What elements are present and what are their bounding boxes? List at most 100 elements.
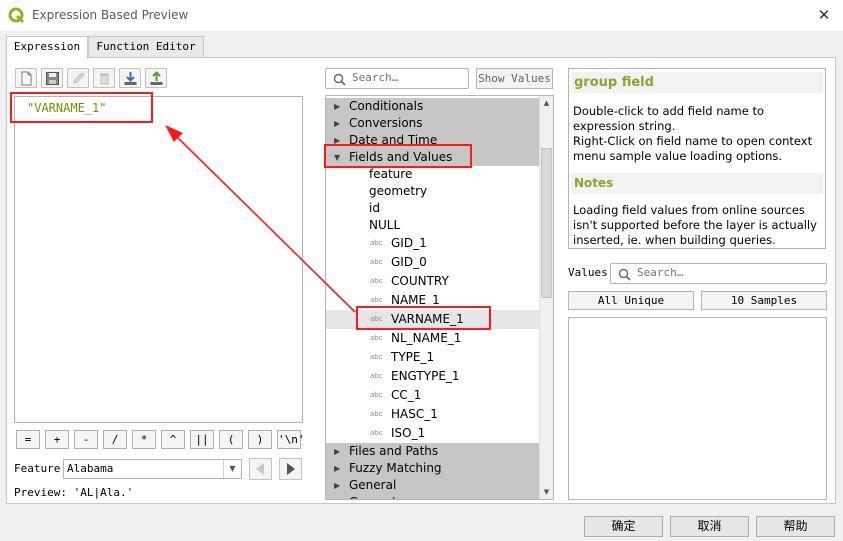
string-type-icon: abc — [370, 391, 383, 399]
tree-item-row[interactable]: abc HASC_1 — [326, 405, 540, 424]
tree-item-row[interactable]: NULL — [326, 217, 540, 234]
tab-expression[interactable]: Expression — [6, 36, 88, 59]
tree-item-label: Geometry — [349, 494, 409, 499]
all-unique-button[interactable]: All Unique — [568, 291, 694, 310]
tree-group-row[interactable]: ▶ General — [326, 477, 540, 494]
tree-item-label: General — [349, 478, 397, 492]
operator-plus-button[interactable]: + — [45, 430, 69, 449]
tree-item-row[interactable]: abc ENGTYPE_1 — [326, 367, 540, 386]
values-search-input[interactable] — [637, 266, 747, 279]
tree-item-label: NULL — [369, 218, 401, 232]
tree-group-row[interactable]: ▶ Conditionals — [326, 98, 540, 115]
feature-value: Alabama — [67, 462, 114, 475]
annotation-box-fields-and-values — [324, 144, 472, 168]
expand-closed-icon[interactable]: ▶ — [334, 98, 340, 115]
import-icon — [124, 72, 137, 85]
tab-function-editor[interactable]: Function Editor — [88, 36, 204, 58]
arrow-left-icon — [256, 463, 264, 475]
ten-samples-button[interactable]: 10 Samples — [701, 291, 827, 310]
notes-title: Notes — [571, 173, 823, 194]
operator-divide-button[interactable]: / — [103, 430, 127, 449]
operator-newline-button[interactable]: '\n' — [277, 430, 305, 449]
tree-item-row[interactable]: abc CC_1 — [326, 386, 540, 405]
tree-item-row[interactable]: feature — [326, 166, 540, 183]
expand-closed-icon[interactable]: ▶ — [334, 443, 340, 460]
previous-feature-button[interactable] — [249, 458, 272, 480]
tree-item-row[interactable]: abc GID_1 — [326, 234, 540, 253]
string-type-icon: abc — [370, 334, 383, 342]
string-type-icon: abc — [370, 353, 383, 361]
operator-open-paren-button[interactable]: ( — [219, 430, 243, 449]
values-search-box[interactable] — [610, 263, 827, 284]
tree-item-row[interactable]: geometry — [326, 183, 540, 200]
help-description: Double-click to add field name to expres… — [573, 104, 765, 133]
tree-group-row[interactable]: ▶ Conversions — [326, 115, 540, 132]
operator-multiply-button[interactable]: * — [132, 430, 156, 449]
tree-item-label: ENGTYPE_1 — [391, 369, 460, 383]
expand-closed-icon[interactable]: ▶ — [334, 477, 340, 494]
export-button[interactable] — [145, 68, 167, 88]
ok-button[interactable]: 确定 — [584, 516, 663, 537]
delete-button[interactable] — [93, 68, 115, 88]
tree-item-label: NL_NAME_1 — [391, 331, 462, 345]
tree-item-row[interactable]: abc GID_0 — [326, 253, 540, 272]
help-button[interactable]: 帮助 — [756, 516, 835, 537]
tree-item-row[interactable]: abc TYPE_1 — [326, 348, 540, 367]
tree-item-row[interactable]: id — [326, 200, 540, 217]
close-button[interactable]: ✕ — [811, 4, 837, 26]
expand-closed-icon[interactable]: ▶ — [334, 494, 340, 499]
new-file-button[interactable] — [15, 68, 37, 88]
tree-item-label: feature — [369, 167, 413, 181]
tree-group-row[interactable]: ▶ Files and Paths — [326, 443, 540, 460]
tree-group-row[interactable]: ▶ Geometry — [326, 494, 540, 499]
operator-power-button[interactable]: ^ — [161, 430, 185, 449]
cancel-button[interactable]: 取消 — [670, 516, 749, 537]
help-title: group field — [571, 72, 823, 93]
tree-item-label: HASC_1 — [391, 407, 438, 421]
expand-closed-icon[interactable]: ▶ — [334, 460, 340, 477]
tree-item-row[interactable]: abc COUNTRY — [326, 272, 540, 291]
operator-close-paren-button[interactable]: ) — [248, 430, 272, 449]
operator-minus-button[interactable]: - — [74, 430, 98, 449]
values-label: Values — [568, 266, 608, 279]
scroll-up-icon[interactable]: ▲ — [540, 96, 553, 110]
help-panel: group field Double-click to add field na… — [568, 68, 826, 249]
chevron-down-icon[interactable]: ▼ — [223, 460, 241, 478]
tree-item-label: Conversions — [349, 116, 423, 130]
scroll-down-icon[interactable]: ▼ — [540, 485, 553, 499]
qgis-logo-icon — [8, 7, 25, 24]
values-list[interactable] — [568, 317, 827, 500]
tree-item-label: CC_1 — [391, 388, 422, 402]
import-button[interactable] — [119, 68, 141, 88]
expand-closed-icon[interactable]: ▶ — [334, 115, 340, 132]
save-button[interactable] — [41, 68, 63, 88]
tree-group-row[interactable]: ▶ Fuzzy Matching — [326, 460, 540, 477]
tree-scrollbar[interactable]: ▲ ▼ — [539, 96, 553, 499]
expression-editor[interactable]: "VARNAME_1" — [14, 96, 303, 423]
function-search-input[interactable] — [352, 71, 462, 84]
annotation-box-varname — [356, 306, 491, 330]
operator-concat-button[interactable]: || — [190, 430, 214, 449]
tree-item-row[interactable]: abc ISO_1 — [326, 424, 540, 443]
string-type-icon: abc — [370, 372, 383, 380]
function-search-box[interactable] — [325, 68, 469, 89]
new-file-icon — [21, 71, 32, 86]
export-icon — [150, 71, 163, 85]
tree-item-label: COUNTRY — [391, 274, 449, 288]
edit-icon — [73, 72, 85, 84]
search-icon — [618, 268, 631, 281]
tree-item-label: Files and Paths — [349, 444, 439, 458]
next-feature-button[interactable] — [279, 458, 302, 480]
tree-item-label: TYPE_1 — [391, 350, 435, 364]
arrow-right-icon — [287, 463, 295, 475]
edit-button[interactable] — [67, 68, 89, 88]
feature-combo[interactable]: Alabama ▼ — [63, 459, 242, 479]
string-type-icon: abc — [370, 258, 383, 266]
tree-item-row[interactable]: abc NL_NAME_1 — [326, 329, 540, 348]
tree-item-label: Fuzzy Matching — [349, 461, 442, 475]
scroll-thumb[interactable] — [541, 148, 552, 298]
show-values-button[interactable]: Show Values — [476, 68, 553, 89]
string-type-icon: abc — [370, 239, 383, 247]
operator-equals-button[interactable]: = — [16, 430, 40, 449]
help-description-2: Right-Click on field name to open contex… — [573, 134, 813, 163]
